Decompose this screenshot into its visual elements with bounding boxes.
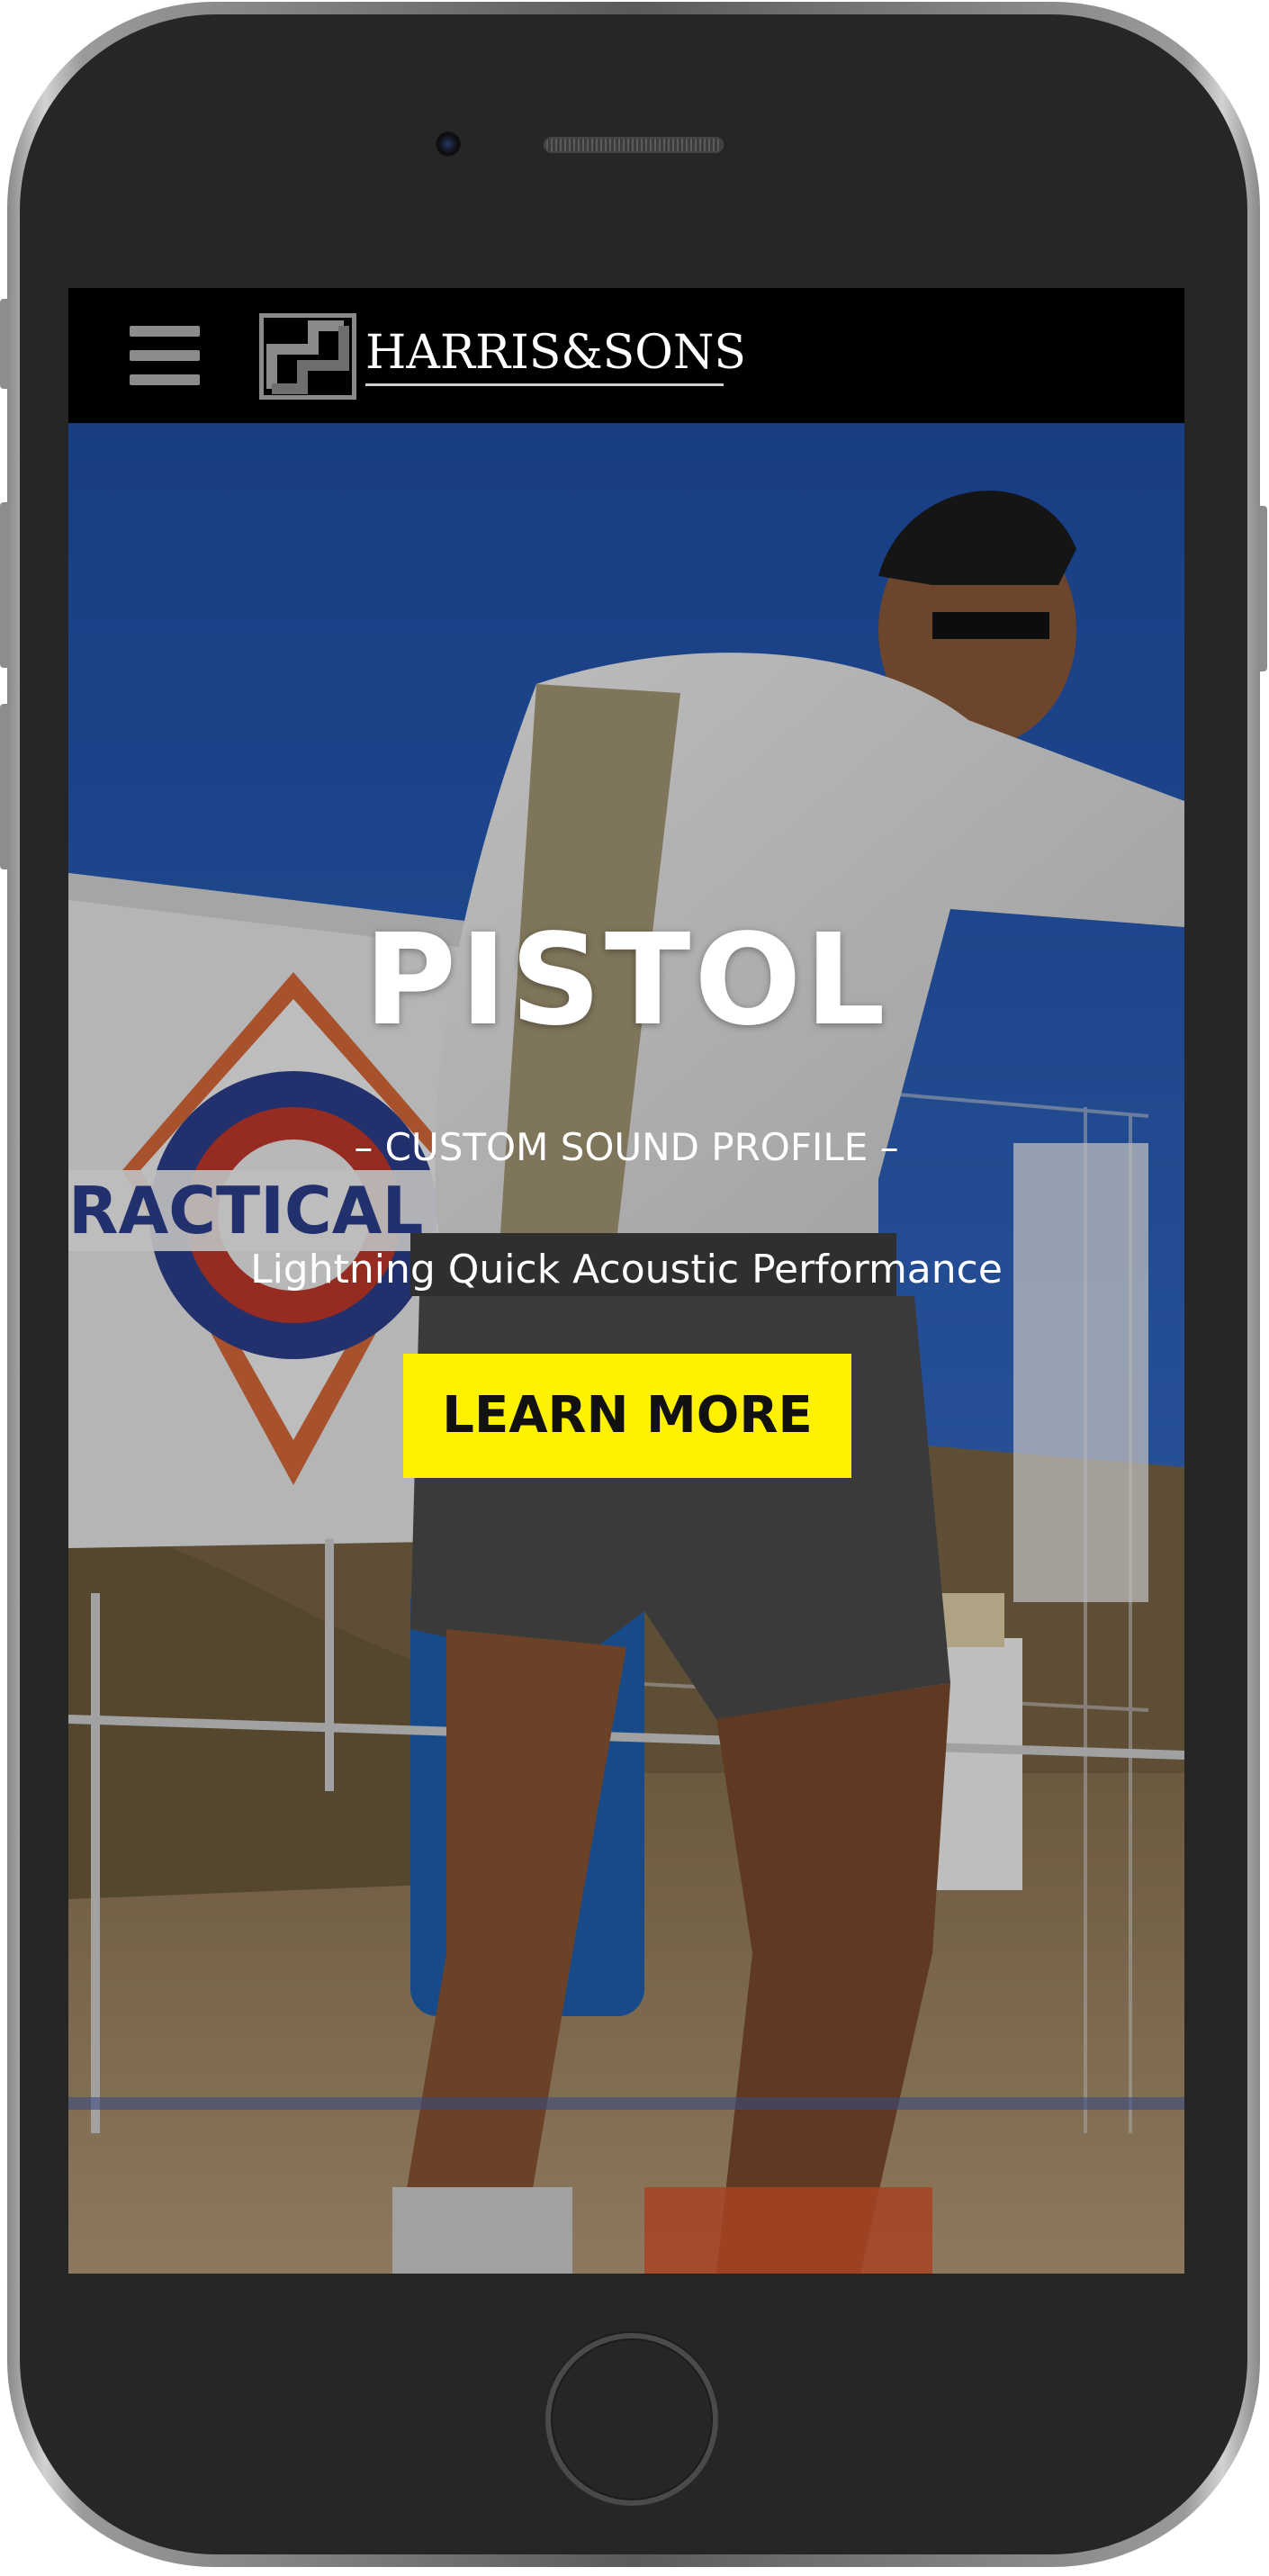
hs-monogram-logo	[259, 313, 356, 400]
hamburger-menu-icon[interactable]	[130, 324, 200, 387]
mute-switch	[0, 299, 9, 389]
home-button-icon[interactable]	[545, 2333, 718, 2506]
site-header: HARRIS&SONS	[68, 288, 1184, 423]
volume-up-button	[0, 502, 9, 668]
earpiece-speaker-icon	[544, 137, 724, 153]
hero-tagline: Lightning Quick Acoustic Performance	[250, 1247, 1003, 1293]
hero-title: PISTOL	[364, 907, 889, 1054]
hero-subtitle: – CUSTOM SOUND PROFILE –	[354, 1125, 899, 1169]
learn-more-button[interactable]: LEARN MORE	[403, 1354, 851, 1478]
power-button	[1258, 506, 1267, 671]
brand-name: HARRIS&SONS	[365, 326, 747, 380]
brand-logo[interactable]: HARRIS&SONS	[259, 313, 747, 400]
hero-banner: RACTICAL SH	[68, 423, 1184, 2274]
front-camera-icon	[436, 131, 461, 157]
phone-screen: HARRIS&SONS RACTICAL SH PISTOL – CUSTOM …	[68, 288, 1184, 2274]
volume-down-button	[0, 704, 9, 869]
hero-dark-overlay	[68, 423, 1184, 2274]
brand-underline	[365, 383, 724, 386]
